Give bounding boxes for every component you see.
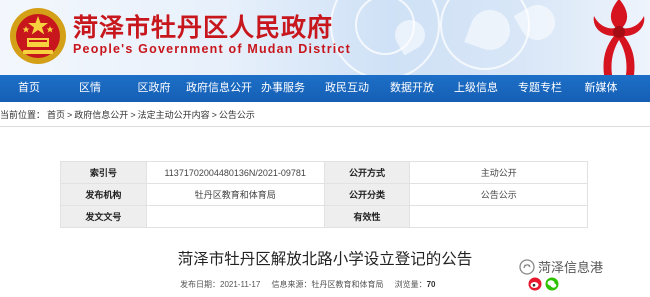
index-value: 11371702004480136N/2021-09781 bbox=[145, 161, 325, 184]
breadcrumb-item-statutory[interactable]: 法定主动公开内容 bbox=[138, 110, 210, 120]
form-value: 主动公开 bbox=[409, 161, 588, 184]
article-meta: 发布日期：2021-11-17 信息来源：牡丹区教育和体育局 浏览量：70 bbox=[180, 279, 435, 290]
doc-number-key: 发文文号 bbox=[60, 205, 147, 228]
index-key: 索引号 bbox=[60, 161, 147, 184]
article-title: 菏泽市牡丹区解放北路小学设立登记的公告 bbox=[177, 251, 473, 268]
breadcrumb-separator: > bbox=[130, 110, 136, 120]
nav-item-services[interactable]: 办事服务 bbox=[252, 75, 314, 102]
views-count: 70 bbox=[426, 280, 436, 289]
breadcrumb-item-home[interactable]: 首页 bbox=[47, 110, 65, 120]
validity-value bbox=[409, 205, 588, 228]
views-label: 浏览量： bbox=[394, 280, 427, 289]
org-key: 发布机构 bbox=[60, 183, 147, 206]
category-key: 公开分类 bbox=[323, 183, 411, 206]
breadcrumb: 当前位置： 首页 > 政府信息公开 > 法定主动公开内容 > 公告公示 bbox=[0, 107, 257, 123]
form-key: 公开方式 bbox=[323, 161, 411, 184]
nav-item-home[interactable]: 首页 bbox=[0, 75, 58, 102]
org-value: 牡丹区教育和体育局 bbox=[145, 183, 325, 206]
source-value: 牡丹区教育和体育局 bbox=[311, 280, 384, 289]
site-subtitle: People's Government of Mudan District bbox=[73, 42, 351, 56]
table-row: 发文文号 有效性 bbox=[60, 205, 588, 228]
breadcrumb-separator: > bbox=[211, 110, 217, 120]
main-nav: 首页 区情 区政府 政府信息公开 办事服务 政民互动 数据开放 上级信息 专题专… bbox=[0, 75, 650, 102]
national-emblem-icon bbox=[10, 8, 66, 64]
share-icons bbox=[528, 277, 560, 291]
category-value: 公告公示 bbox=[409, 183, 588, 206]
source-label: 信息来源： bbox=[271, 280, 312, 289]
validity-key: 有效性 bbox=[323, 205, 411, 228]
header-banner: 菏泽市牡丹区人民政府 People's Government of Mudan … bbox=[0, 0, 650, 75]
nav-item-district-info[interactable]: 区情 bbox=[58, 75, 122, 102]
nav-item-interaction[interactable]: 政民互动 bbox=[314, 75, 380, 102]
site-title: 菏泽市牡丹区人民政府 bbox=[73, 13, 334, 42]
red-ribbon-knot-icon bbox=[593, 0, 645, 75]
info-table: 索引号 11371702004480136N/2021-09781 公开方式 主… bbox=[60, 161, 588, 228]
table-row: 索引号 11371702004480136N/2021-09781 公开方式 主… bbox=[60, 161, 588, 184]
table-row: 发布机构 牡丹区教育和体育局 公开分类 公告公示 bbox=[60, 183, 588, 206]
breadcrumb-separator: > bbox=[67, 110, 73, 120]
nav-item-new-media[interactable]: 新媒体 bbox=[572, 75, 630, 102]
nav-item-open-data[interactable]: 数据开放 bbox=[380, 75, 444, 102]
wechat-icon[interactable] bbox=[545, 277, 559, 291]
nav-item-gov-info-disclosure[interactable]: 政府信息公开 bbox=[186, 75, 252, 102]
weibo-icon[interactable] bbox=[528, 277, 542, 291]
publish-date: 2021-11-17 bbox=[220, 280, 261, 289]
breadcrumb-item-gov-info[interactable]: 政府信息公开 bbox=[74, 110, 128, 120]
nav-item-district-government[interactable]: 区政府 bbox=[122, 75, 186, 102]
breadcrumb-prefix: 当前位置： bbox=[0, 110, 46, 120]
nav-item-superior-info[interactable]: 上级信息 bbox=[444, 75, 508, 102]
date-label: 发布日期： bbox=[180, 280, 220, 289]
divider bbox=[0, 126, 650, 127]
doc-number-value bbox=[145, 205, 325, 228]
breadcrumb-item-notices[interactable]: 公告公示 bbox=[219, 110, 255, 120]
nav-item-special-topics[interactable]: 专题专栏 bbox=[508, 75, 572, 102]
